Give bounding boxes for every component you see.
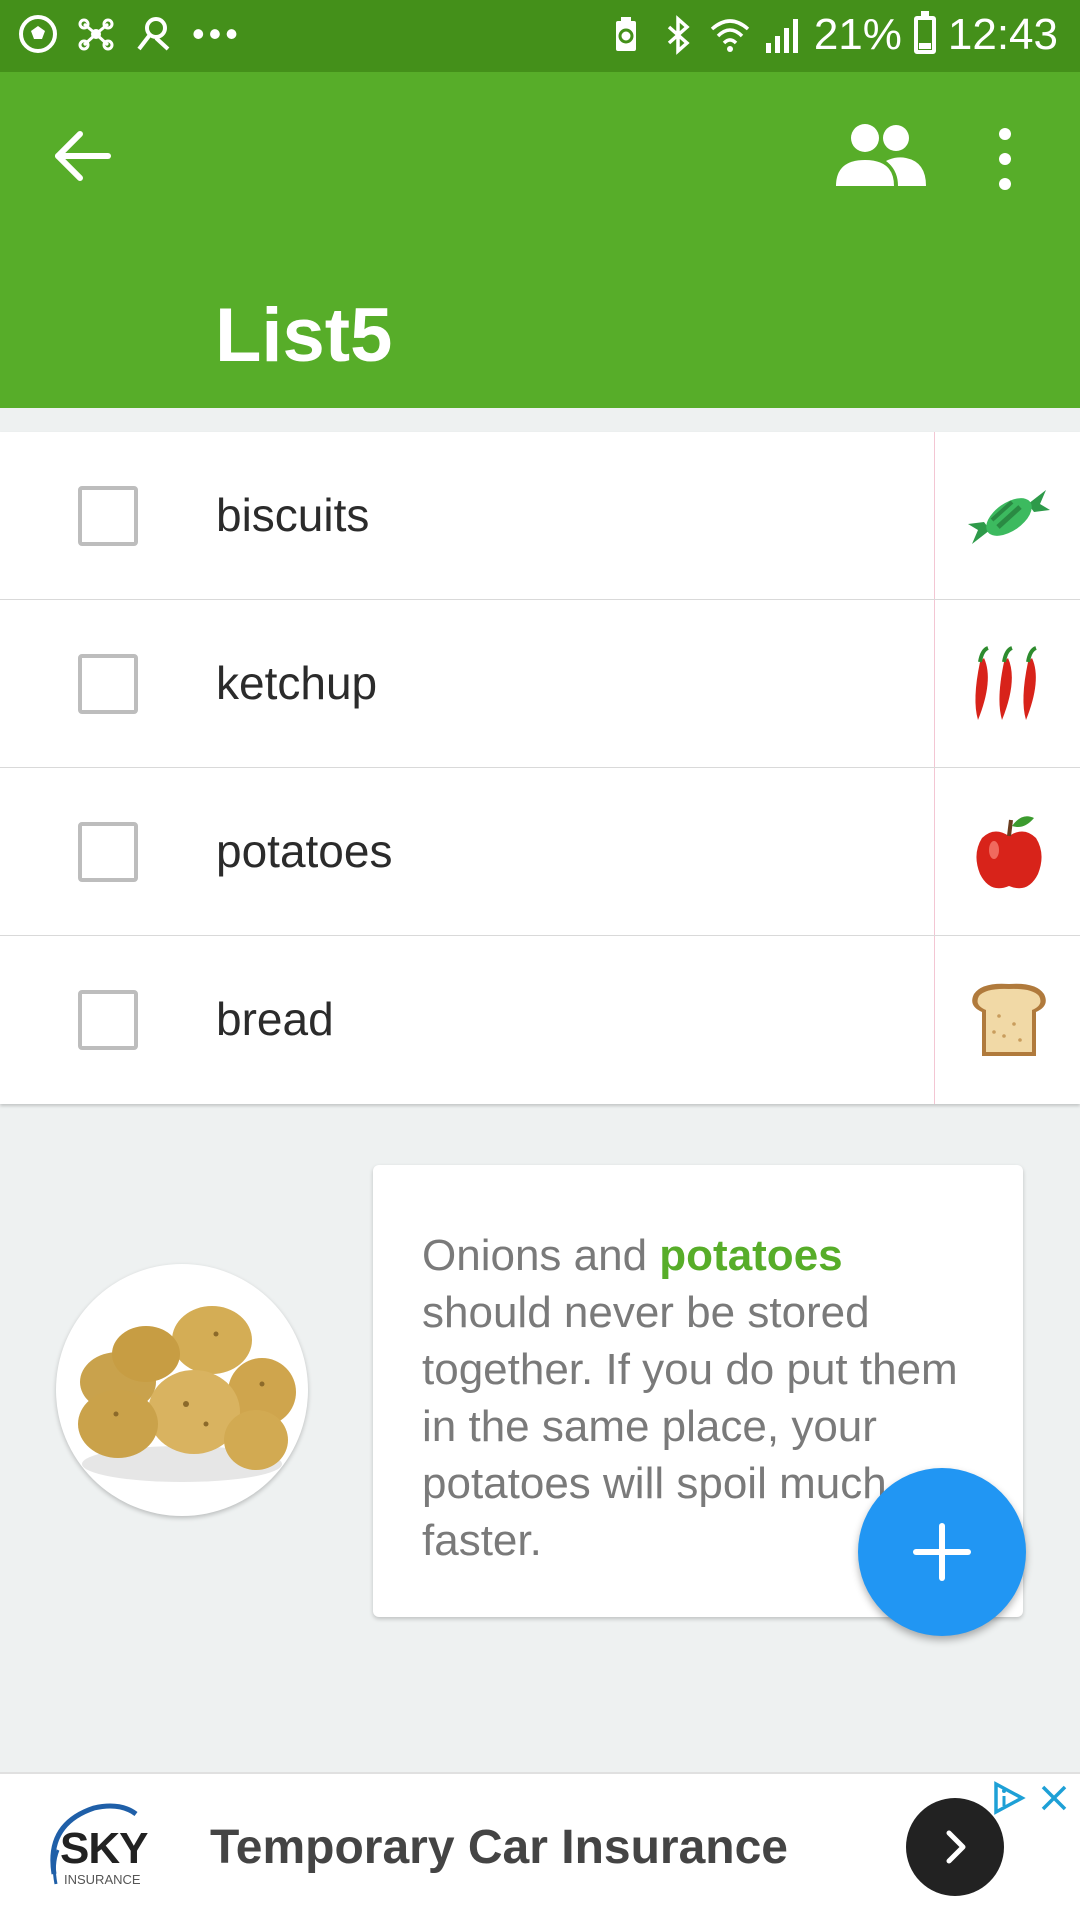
apple-icon[interactable] xyxy=(964,808,1054,898)
list-item[interactable]: ketchup xyxy=(0,600,1080,768)
status-right-icons: 21% 12:43 xyxy=(606,10,1058,60)
close-icon[interactable] xyxy=(1038,1782,1070,1814)
ad-logo-subtext: INSURANCE xyxy=(64,1872,141,1887)
category-divider xyxy=(934,936,935,1104)
chili-peppers-icon[interactable] xyxy=(964,640,1054,730)
ad-logo-text: SKY xyxy=(60,1824,148,1873)
soccer-ball-icon xyxy=(19,15,57,53)
battery-icon xyxy=(913,11,936,54)
candy-icon[interactable] xyxy=(964,472,1054,562)
tip-text-before: Onions and xyxy=(422,1231,660,1280)
item-label: bread xyxy=(216,993,334,1045)
clock: 12:43 xyxy=(947,10,1058,59)
item-label: biscuits xyxy=(216,489,370,541)
list-title: List5 xyxy=(215,293,393,378)
app-bar: List5 xyxy=(0,72,1080,408)
shopping-list: biscuits ketchup potatoes bread xyxy=(0,432,1080,1104)
ad-headline[interactable]: Temporary Car Insurance xyxy=(210,1820,788,1875)
item-checkbox[interactable] xyxy=(78,486,138,546)
category-divider xyxy=(934,600,935,767)
category-divider xyxy=(934,432,935,599)
item-checkbox[interactable] xyxy=(78,822,138,882)
item-label: potatoes xyxy=(216,825,393,877)
bluetooth-icon xyxy=(667,15,690,55)
item-label: ketchup xyxy=(216,657,378,709)
list-item[interactable]: biscuits xyxy=(0,432,1080,600)
bread-icon[interactable] xyxy=(964,976,1054,1066)
battery-saver-icon xyxy=(615,17,636,51)
more-vert-icon[interactable] xyxy=(985,124,1025,194)
add-item-button[interactable] xyxy=(858,1468,1026,1636)
tip-highlight: potatoes xyxy=(659,1231,843,1280)
potatoes-illustration xyxy=(78,1306,296,1482)
list-item[interactable]: potatoes xyxy=(0,768,1080,936)
chevron-right-icon xyxy=(946,1830,966,1864)
battery-percent: 21% xyxy=(813,10,902,59)
signal-icon xyxy=(765,19,798,53)
more-notifications-icon: ••• xyxy=(192,13,242,54)
list-item[interactable]: bread xyxy=(0,936,1080,1104)
search-person-icon xyxy=(137,17,170,51)
back-arrow-icon[interactable] xyxy=(48,120,120,192)
item-checkbox[interactable] xyxy=(78,990,138,1050)
network-icon xyxy=(78,18,114,51)
category-divider xyxy=(934,768,935,935)
plus-icon xyxy=(913,1523,971,1581)
people-icon[interactable] xyxy=(830,116,930,196)
wifi-icon xyxy=(710,19,749,52)
adchoices-icon[interactable] xyxy=(990,1780,1026,1816)
status-left-icons: ••• xyxy=(18,14,242,54)
item-checkbox[interactable] xyxy=(78,654,138,714)
potatoes-image xyxy=(56,1264,308,1516)
ad-banner[interactable]: SKY INSURANCE Temporary Car Insurance xyxy=(0,1772,1080,1920)
status-bar: ••• 21% 12:43 xyxy=(0,0,1080,72)
